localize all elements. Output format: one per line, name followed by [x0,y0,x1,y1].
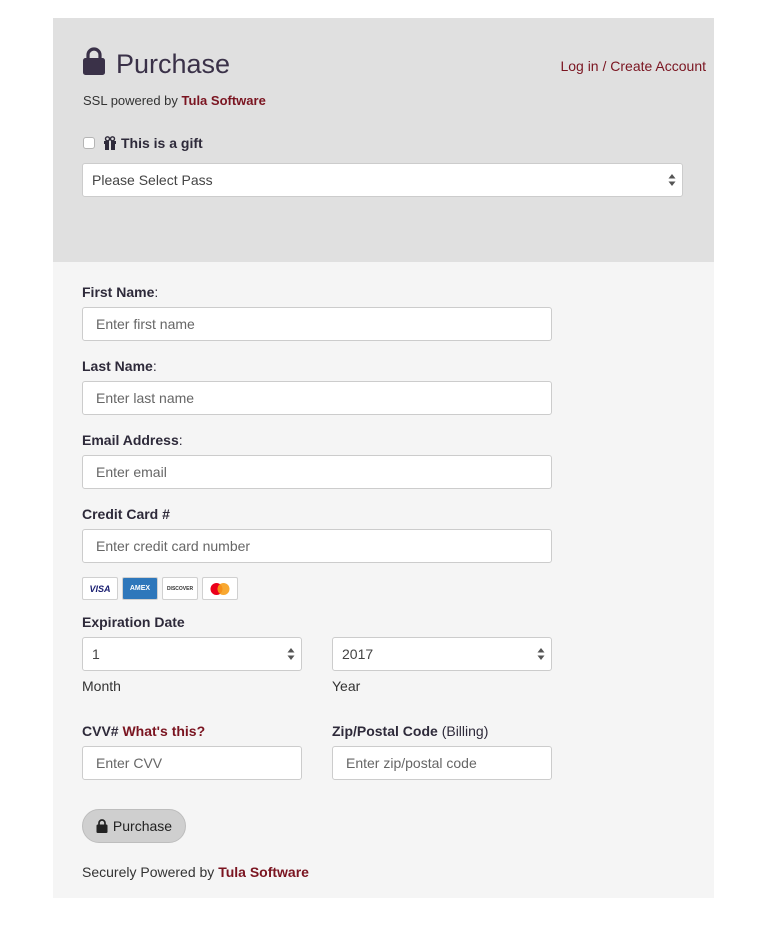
expiration-month-value: 1 [92,646,100,662]
amex-icon: AMEX [122,577,158,600]
ssl-text: SSL powered by [83,93,182,108]
page-title: Purchase [116,49,231,79]
mastercard-circles-icon [210,582,230,595]
email-label-text: Email Address [82,432,179,448]
visa-icon: VISA [82,577,118,600]
select-arrows-icon [537,648,545,660]
credit-card-label: Credit Card # [82,506,170,522]
select-arrows-icon [668,174,676,186]
last-name-input[interactable]: Enter last name [82,381,552,415]
lock-icon [83,47,105,75]
gift-label: This is a gift [121,135,203,151]
zip-placeholder: Enter zip/postal code [346,755,477,771]
first-name-placeholder: Enter first name [96,316,195,332]
gift-icon [104,136,116,150]
pass-select-value: Please Select Pass [92,172,213,188]
gift-row: This is a gift [83,134,203,152]
footer-powered-by: Securely Powered by Tula Software [82,863,309,881]
expiration-year-select[interactable]: 2017 [332,637,552,671]
last-name-label: Last Name: [82,357,157,375]
cvv-placeholder: Enter CVV [96,755,163,771]
purchase-button-label: Purchase [112,818,173,834]
credit-card-input[interactable]: Enter credit card number [82,529,552,563]
expiration-year-value: 2017 [342,646,374,662]
email-label: Email Address: [82,431,183,449]
discover-icon: DISCOVER [162,577,198,600]
email-input[interactable]: Enter email [82,455,552,489]
lock-icon [96,819,108,833]
month-caption: Month [82,678,121,694]
purchase-card: Purchase Log in / Create Account SSL pow… [53,18,714,898]
ssl-brand-link[interactable]: Tula Software [182,93,266,108]
first-name-input[interactable]: Enter first name [82,307,552,341]
cvv-label-text: CVV# [82,723,119,739]
year-caption: Year [332,678,361,694]
zip-input[interactable]: Enter zip/postal code [332,746,552,780]
zip-label: Zip/Postal Code (Billing) [332,722,488,740]
footer-text: Securely Powered by [82,864,219,880]
mastercard-icon [202,577,238,600]
login-create-account-link[interactable]: Log in / Create Account [560,57,706,75]
purchase-header: Purchase Log in / Create Account SSL pow… [53,18,714,262]
cvv-help-link[interactable]: What's this? [122,723,205,739]
first-name-label-colon: : [154,284,159,300]
first-name-label-text: First Name [82,284,155,300]
last-name-placeholder: Enter last name [96,390,195,406]
last-name-label-colon: : [152,358,157,374]
credit-card-placeholder: Enter credit card number [96,538,251,554]
first-name-label: First Name: [82,283,158,301]
email-label-colon: : [178,432,183,448]
last-name-label-text: Last Name [82,358,153,374]
cvv-label: CVV# What's this? [82,722,205,740]
expiration-month-select[interactable]: 1 [82,637,302,671]
select-arrows-icon [287,648,295,660]
cvv-input[interactable]: Enter CVV [82,746,302,780]
expiration-label: Expiration Date [82,614,185,630]
zip-label-text: Zip/Postal Code [332,723,438,739]
footer-brand-link[interactable]: Tula Software [218,864,309,880]
pass-select[interactable]: Please Select Pass [82,163,683,197]
card-brands: VISA AMEX DISCOVER [82,577,238,600]
purchase-button[interactable]: Purchase [82,809,186,843]
gift-checkbox[interactable] [83,137,95,149]
email-placeholder: Enter email [96,464,167,480]
zip-label-suffix: (Billing) [441,723,489,739]
ssl-notice: SSL powered by Tula Software [83,93,266,109]
